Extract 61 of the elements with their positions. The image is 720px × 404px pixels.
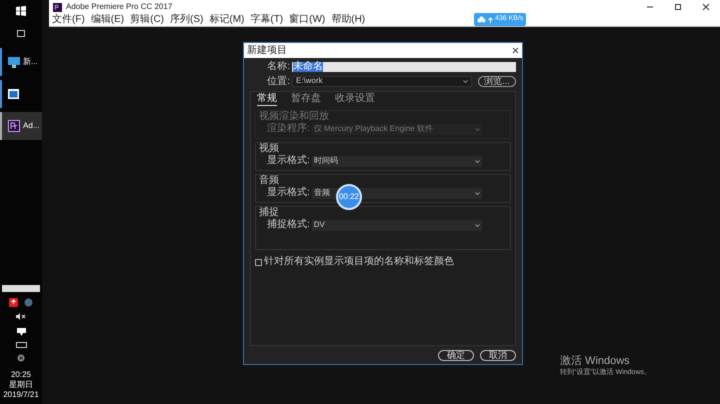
tab[interactable]: 暂存盘	[291, 93, 321, 106]
menu-item[interactable]: 标记(M)	[208, 14, 246, 26]
task-view-icon[interactable]	[16, 28, 26, 38]
chevron-down-icon	[474, 128, 480, 130]
field-label: 显示格式:	[267, 187, 310, 199]
group-title: 视频	[259, 143, 280, 155]
upload-icon[interactable]	[9, 298, 18, 307]
chevron-down-icon	[474, 160, 480, 162]
clock-time: 20:25	[10, 370, 32, 380]
menu-item[interactable]: 帮助(H)	[330, 14, 366, 26]
dialog-button[interactable]: 取消	[480, 350, 516, 360]
menu-item[interactable]: 文件(F)	[51, 14, 86, 26]
window-icon	[8, 89, 19, 99]
name-field[interactable]: 未命名	[292, 62, 516, 72]
chevron-down-icon	[474, 224, 480, 226]
taskbar-app-button[interactable]: 新...	[0, 48, 42, 76]
group-title: 音频	[259, 175, 280, 187]
scroll-bar[interactable]	[2, 285, 40, 292]
dialog-button[interactable]: 确定	[438, 350, 474, 360]
location-dropdown[interactable]: E:\work	[292, 76, 472, 86]
field-label: 捕捉格式:	[267, 219, 310, 231]
close-icon[interactable]	[512, 47, 519, 54]
clock-day: 星期日	[9, 380, 33, 390]
computer-icon	[8, 56, 20, 68]
format-dropdown[interactable]: DV	[312, 220, 482, 230]
menu-item[interactable]: 窗口(W)	[288, 14, 326, 26]
field-label: 显示格式:	[267, 155, 310, 167]
window-title: Adobe Premiere Pro CC 2017	[66, 1, 172, 13]
taskbar-app-button[interactable]: Ad...	[0, 112, 42, 140]
field-label: 渲染程序:	[267, 123, 310, 135]
chevron-down-icon	[463, 80, 468, 82]
close-icon[interactable]	[702, 3, 710, 11]
tab[interactable]: 常规	[257, 93, 277, 106]
menu-item[interactable]: 编辑(E)	[90, 14, 126, 26]
keyboard-icon[interactable]	[16, 342, 26, 348]
volume-icon[interactable]	[16, 313, 26, 320]
close-circle-icon[interactable]	[17, 354, 25, 362]
premiere-logo-icon	[53, 2, 62, 12]
arrow-up-icon	[488, 16, 493, 22]
menu-item[interactable]: 序列(S)	[169, 14, 204, 26]
maximize-icon[interactable]	[674, 3, 682, 11]
location-label: 位置:	[266, 74, 290, 88]
premiere-logo-icon	[8, 120, 20, 132]
checkbox[interactable]	[255, 258, 262, 266]
globe-icon[interactable]	[24, 298, 33, 307]
windows-logo-icon[interactable]	[16, 6, 26, 16]
dialog-title: 新建项目	[247, 44, 287, 56]
activation-title: 激活 Windows	[560, 355, 631, 368]
group-title: 捕捉	[259, 207, 280, 218]
menu-item[interactable]: 字幕(T)	[249, 14, 284, 26]
cloud-icon	[477, 16, 486, 23]
browse-button[interactable]: 浏览...	[478, 76, 516, 86]
menu-item[interactable]: 剪辑(C)	[129, 14, 166, 26]
notification-icon[interactable]	[16, 328, 26, 336]
checkbox-label: 针对所有实例显示项目项的名称和标签颜色	[264, 256, 454, 268]
group-title: 视频渲染和回放	[259, 111, 330, 122]
tab[interactable]: 收录设置	[335, 93, 375, 106]
format-dropdown[interactable]: 时间码	[312, 156, 482, 166]
chevron-down-icon	[474, 192, 480, 194]
name-label: 名称:	[266, 60, 290, 74]
clock-date: 2019/7/21	[3, 390, 39, 400]
